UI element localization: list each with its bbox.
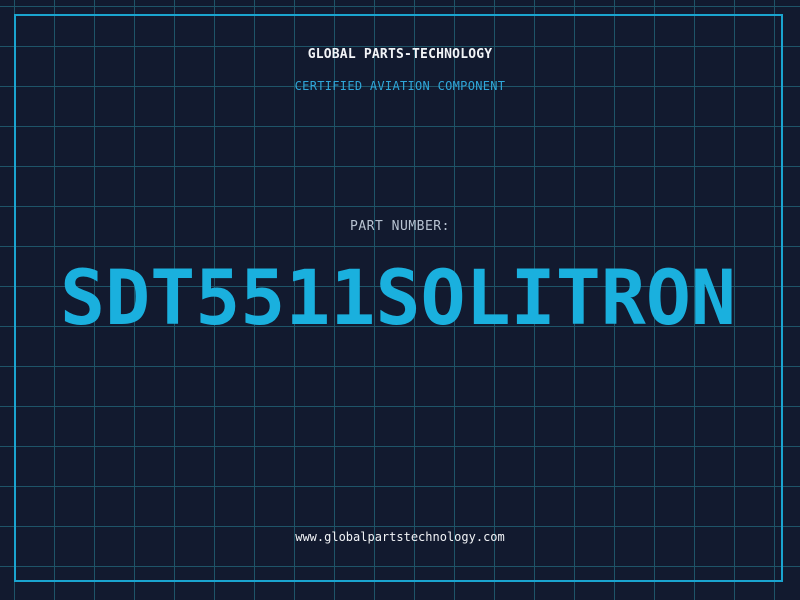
website-url: www.globalpartstechnology.com (295, 530, 505, 544)
part-number-value: SDT5511SOLITRON (60, 253, 736, 342)
part-number-label: PART NUMBER: (350, 219, 450, 234)
company-name: GLOBAL PARTS-TECHNOLOGY (307, 47, 493, 62)
subtitle: CERTIFIED AVIATION COMPONENT (294, 79, 506, 93)
part-number-display: SDT5511SOLITRON (60, 253, 736, 342)
